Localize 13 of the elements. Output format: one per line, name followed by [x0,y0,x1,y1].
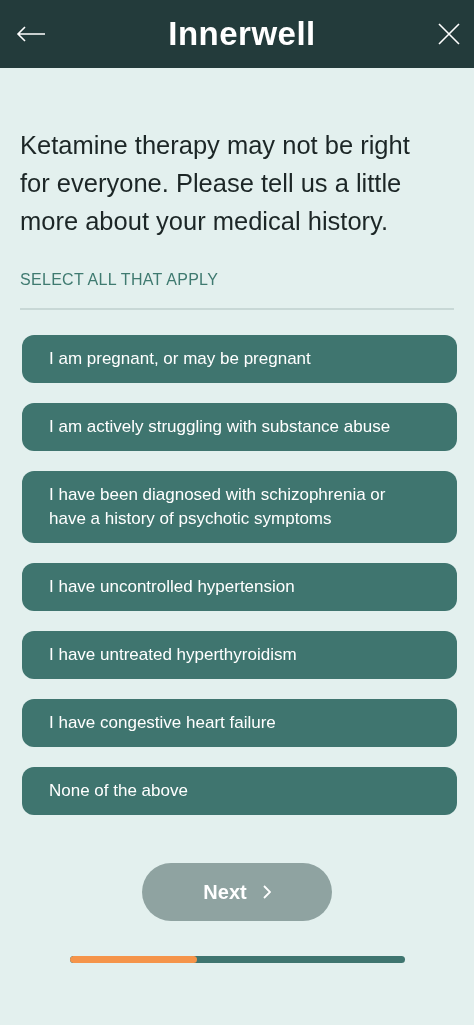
chevron-right-icon [262,885,271,899]
instruction-text: SELECT ALL THAT APPLY [20,270,220,290]
option-button[interactable]: I am pregnant, or may be pregnant [22,335,457,383]
back-arrow-icon[interactable] [16,26,46,42]
close-icon[interactable] [438,23,460,45]
option-button[interactable]: I have been diagnosed with schizophrenia or have a history of psychotic symptoms [22,471,457,543]
option-button[interactable]: None of the above [22,767,457,815]
option-button[interactable]: I have uncontrolled hypertension [22,563,457,611]
logo: Innerwell [168,14,316,55]
option-button[interactable]: I am actively struggling with substance abuse [22,403,457,451]
option-button[interactable]: I have congestive heart failure [22,699,457,747]
option-button[interactable]: I have untreated hyperthyroidism [22,631,457,679]
question-text: Ketamine therapy may not be right for everyone. Please tell us a little more about your medical history. [20,130,411,237]
